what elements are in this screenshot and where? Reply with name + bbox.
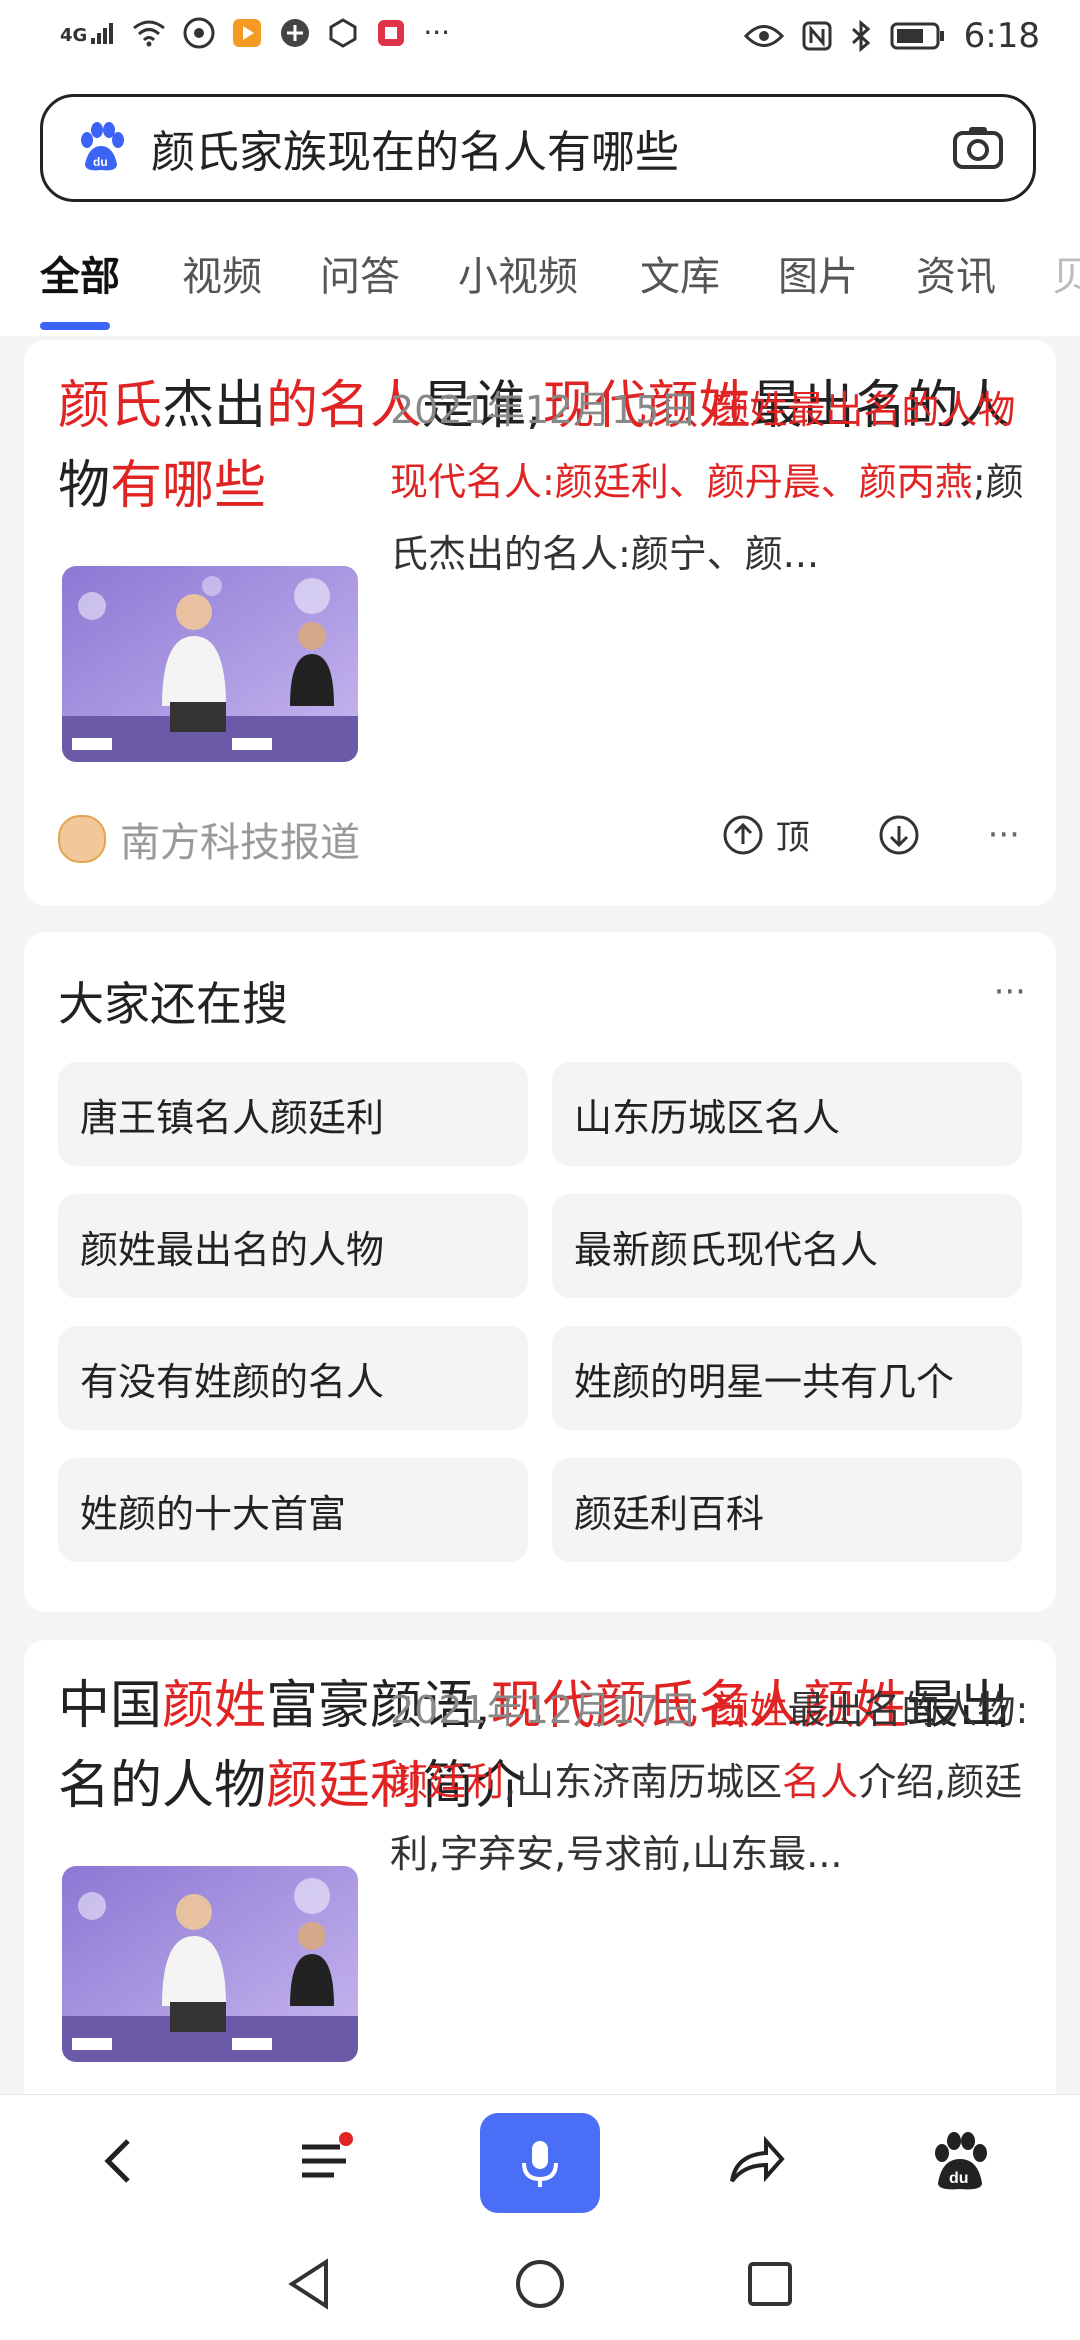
share-icon[interactable] bbox=[720, 2125, 792, 2197]
title-part: 颜氏 bbox=[58, 376, 163, 436]
related-item[interactable]: 山东历城区名人 bbox=[552, 1062, 1022, 1166]
related-item[interactable]: 有没有姓颜的名人 bbox=[58, 1326, 528, 1430]
title-part: 颜姓 bbox=[162, 1676, 267, 1736]
nfc-icon bbox=[802, 21, 832, 51]
app-icon-3 bbox=[329, 17, 357, 48]
related-item[interactable]: 姓颜的明星一共有几个 bbox=[552, 1326, 1022, 1430]
bottom-toolbar: du bbox=[0, 2094, 1080, 2231]
snippet-highlight: 颜姓 bbox=[711, 1688, 788, 1732]
source-name: 南方科技报道 bbox=[120, 820, 360, 866]
related-item[interactable]: 颜姓最出名的人物 bbox=[58, 1194, 528, 1298]
signal-icon: 4G bbox=[60, 20, 115, 46]
related-item[interactable]: 颜廷利百科 bbox=[552, 1458, 1022, 1562]
search-input[interactable]: 颜氏家族现在的名人有哪些 bbox=[151, 116, 679, 180]
related-searches-card: 大家还在搜 ··· 唐王镇名人颜廷利 山东历城区名人 颜姓最出名的人物 最新颜氏… bbox=[24, 932, 1056, 1612]
result-source[interactable]: 南方科技报道 bbox=[58, 810, 360, 868]
result-actions: 顶 ··· bbox=[722, 810, 1020, 859]
active-tab-indicator bbox=[40, 322, 110, 330]
result-card[interactable]: 中国颜姓富豪颜语,现代颜氏名人颜姓最出名的人物颜廷利简介 2021年12月17日… bbox=[24, 1640, 1056, 2110]
tab-short-video[interactable]: 小视频 bbox=[458, 244, 578, 302]
tab-images[interactable]: 图片 bbox=[778, 244, 858, 302]
related-item[interactable]: 唐王镇名人颜廷利 bbox=[58, 1062, 528, 1166]
baidu-home-icon[interactable]: du bbox=[924, 2125, 996, 2197]
system-nav-bar bbox=[0, 2230, 1080, 2340]
result-snippet[interactable]: 2021年12月17日 颜姓最出名的人物:颜廷利,山东济南历城区名人介绍,颜廷利,… bbox=[390, 1674, 1030, 1890]
title-part: 杰出 bbox=[162, 376, 267, 436]
result-thumbnail[interactable] bbox=[62, 566, 358, 762]
tab-partial[interactable]: 贝 bbox=[1052, 244, 1080, 302]
tab-library[interactable]: 文库 bbox=[640, 244, 720, 302]
related-more-button[interactable]: ··· bbox=[994, 972, 1026, 1012]
clock: 6:18 bbox=[963, 16, 1040, 56]
app-icon-2 bbox=[281, 18, 310, 47]
baidu-paw-icon: du bbox=[81, 122, 124, 171]
app-icon-4 bbox=[378, 19, 405, 46]
search-box[interactable]: du 颜氏家族现在的名人有哪些 bbox=[40, 94, 1036, 202]
related-searches-title: 大家还在搜 bbox=[58, 977, 288, 1031]
result-card[interactable]: 颜氏杰出的名人是谁,现代颜姓最出名的人物有哪些 2021年12月15日 颜姓最出名… bbox=[24, 340, 1056, 906]
microphone-icon bbox=[522, 2141, 558, 2187]
source-avatar bbox=[58, 815, 106, 863]
result-date: 2021年12月17日 bbox=[390, 1688, 698, 1732]
snippet-highlight: 名人 bbox=[782, 1760, 859, 1804]
status-more: ··· bbox=[423, 16, 451, 49]
snippet-text: ,山东济南历城区 bbox=[504, 1760, 783, 1804]
tab-video[interactable]: 视频 bbox=[182, 244, 262, 302]
eye-icon bbox=[743, 25, 784, 47]
menu-icon[interactable] bbox=[288, 2125, 360, 2197]
system-back-icon[interactable] bbox=[280, 2254, 340, 2314]
upvote-button[interactable]: 顶 bbox=[722, 810, 810, 859]
snippet-highlight: 颜廷利 bbox=[390, 1760, 505, 1804]
result-thumbnail[interactable] bbox=[62, 1866, 358, 2062]
tab-news[interactable]: 资讯 bbox=[916, 244, 996, 302]
system-home-icon[interactable] bbox=[510, 2254, 570, 2314]
result-snippet[interactable]: 2021年12月15日 颜姓最出名的人物现代名人:颜廷利、颜丹晨、颜丙燕;颜氏杰出… bbox=[390, 370, 1030, 590]
network-label: 4G bbox=[60, 24, 88, 46]
result-date: 2021年12月15日 bbox=[390, 388, 698, 432]
system-recents-icon[interactable] bbox=[740, 2254, 800, 2314]
search-header: du 颜氏家族现在的名人有哪些 全部 视频 问答 小视频 文库 图片 资讯 贝 bbox=[0, 76, 1080, 336]
status-bar: 4G ··· 6:18 bbox=[0, 0, 1080, 76]
battery-icon bbox=[890, 22, 944, 50]
snippet-text: 最出名的人物: bbox=[787, 1688, 1029, 1732]
related-item[interactable]: 最新颜氏现代名人 bbox=[552, 1194, 1022, 1298]
app-icon-1 bbox=[183, 17, 215, 48]
more-options-button[interactable]: ··· bbox=[988, 815, 1020, 855]
camera-icon[interactable] bbox=[951, 121, 1005, 175]
back-arrow-icon[interactable] bbox=[84, 2125, 156, 2197]
wifi-icon bbox=[133, 20, 166, 46]
arrow-up-circle-icon bbox=[723, 815, 763, 854]
bluetooth-icon bbox=[851, 20, 870, 52]
category-tabs: 全部 视频 问答 小视频 文库 图片 资讯 贝 bbox=[0, 226, 1080, 336]
title-part: 有哪些 bbox=[110, 456, 267, 516]
tab-qa[interactable]: 问答 bbox=[320, 244, 400, 302]
arrow-down-circle-icon[interactable] bbox=[878, 814, 920, 856]
video-app-icon bbox=[233, 18, 262, 47]
tab-all[interactable]: 全部 bbox=[40, 244, 120, 302]
voice-search-button[interactable] bbox=[480, 2113, 600, 2213]
title-part: 中国 bbox=[58, 1676, 163, 1736]
upvote-label: 顶 bbox=[775, 818, 810, 858]
related-item[interactable]: 姓颜的十大首富 bbox=[58, 1458, 528, 1562]
svg-text:du: du bbox=[93, 155, 108, 169]
svg-text:du: du bbox=[949, 2170, 969, 2187]
